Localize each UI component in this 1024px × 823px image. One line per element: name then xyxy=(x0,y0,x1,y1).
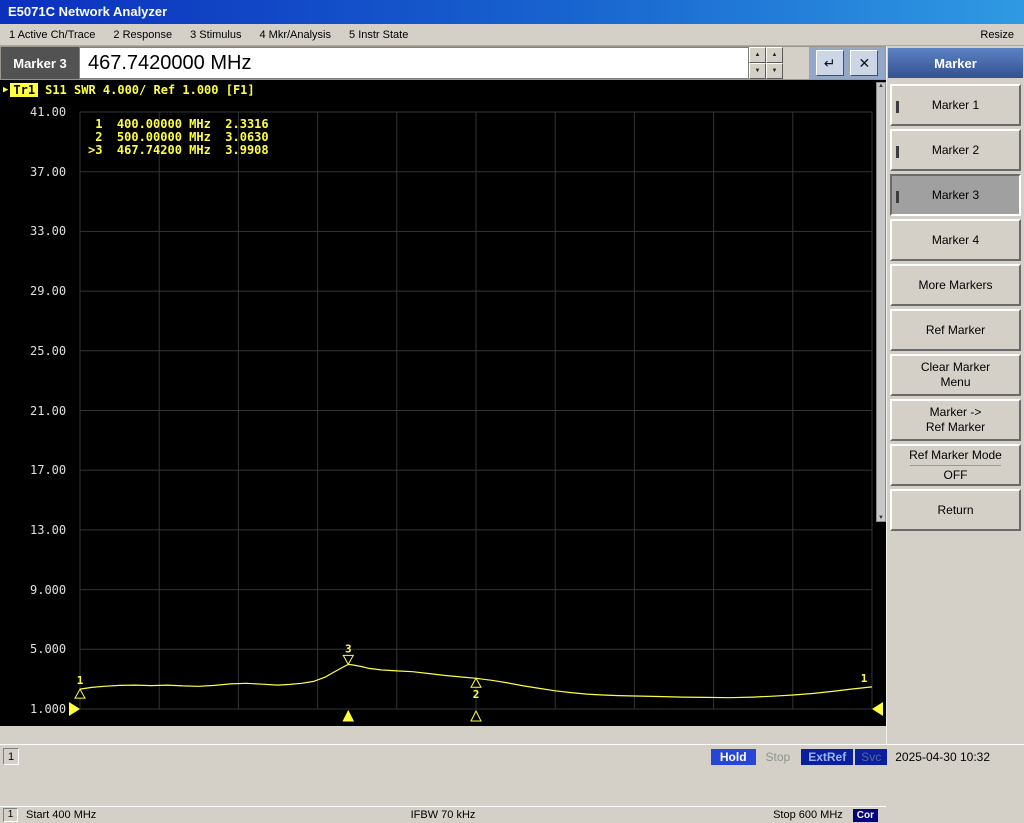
entry-close-button[interactable]: ✕ xyxy=(850,50,878,76)
marker-readout-row: >3 467.74200 MHz 3.9908 xyxy=(88,144,269,157)
correction-status-badge: Cor xyxy=(853,809,878,822)
marker-axis-indicator-2 xyxy=(471,711,481,721)
status-stop-label: Stop xyxy=(759,750,798,764)
softkey-label: Clear Marker xyxy=(921,360,990,375)
softkey-clear-marker-menu[interactable]: Clear MarkerMenu xyxy=(890,354,1021,396)
softkey-more-markers[interactable]: More Markers xyxy=(890,264,1021,306)
menu-item-2[interactable]: 2 Response xyxy=(104,29,181,41)
softkey-label: Ref Marker Mode xyxy=(909,448,1002,463)
marker-symbol-3[interactable] xyxy=(343,655,353,664)
y-tick-label: 29.00 xyxy=(30,284,66,298)
marker-readout-table: 1 400.00000 MHz 2.3316 2 500.00000 MHz 3… xyxy=(88,118,269,157)
softkey-label: Marker 1 xyxy=(932,98,979,113)
y-tick-label: 1.000 xyxy=(30,702,66,716)
graph-area: 1 2 3 1 ▶ Tr1 S11 SWR 4.000/ Ref 1.000 [F1]… xyxy=(0,80,886,726)
softkey-ref-marker[interactable]: Ref Marker xyxy=(890,309,1021,351)
spin-down-icon[interactable]: ▼ xyxy=(766,63,783,79)
menu-item-5[interactable]: 5 Instr State xyxy=(340,29,417,41)
entry-bar-gap xyxy=(783,47,809,79)
graph-status-bar: 1 Start 400 MHz IFBW 70 kHz Stop 600 MHz… xyxy=(0,806,886,823)
y-tick-label: 13.00 xyxy=(30,523,66,537)
softkey-divider xyxy=(910,465,1001,466)
marker-label-3: 3 xyxy=(345,642,352,655)
ref-level-arrow-left xyxy=(69,702,80,716)
start-frequency-label: Start 400 MHz xyxy=(26,809,96,821)
marker-on-tick xyxy=(896,146,899,158)
ref-level-arrow-right xyxy=(872,702,883,716)
service-indicator: Svc xyxy=(855,749,887,765)
spin-down-icon[interactable]: ▼ xyxy=(749,63,766,79)
softkey-label: Return xyxy=(937,503,973,518)
entry-field-label: Marker 3 xyxy=(1,47,79,79)
spin-up-icon[interactable]: ▲ xyxy=(766,47,783,63)
y-tick-label: 17.00 xyxy=(30,463,66,477)
entry-value-input[interactable]: 467.7420000 MHz xyxy=(79,47,749,79)
y-tick-label: 5.000 xyxy=(30,642,66,656)
scroll-up-icon[interactable]: ▲ xyxy=(878,83,884,89)
entry-enter-button[interactable]: ↵ xyxy=(816,50,844,76)
sweep-status-hold: Hold xyxy=(711,749,756,765)
y-tick-label: 37.00 xyxy=(30,165,66,179)
softkey-label: Ref Marker xyxy=(926,323,985,338)
trace-end-number: 1 xyxy=(861,672,868,685)
datetime-display: 2025-04-30 10:32 xyxy=(895,750,990,764)
entry-spinner-fine: ▲ ▼ xyxy=(766,47,783,79)
softkey-label: Menu xyxy=(940,375,970,390)
trace-label[interactable]: Tr1 xyxy=(10,83,38,97)
trace-header: ▶ Tr1 S11 SWR 4.000/ Ref 1.000 [F1] xyxy=(3,83,255,97)
marker-axis-indicator-3 xyxy=(343,711,353,721)
graph-scrollbar[interactable]: ▲ ▼ xyxy=(876,82,886,522)
entry-action-zone: ↵ ✕ xyxy=(809,47,885,79)
active-trace-arrow-icon: ▶ xyxy=(3,85,8,95)
softkey-label: More Markers xyxy=(918,278,992,293)
softkey-ref-marker-mode[interactable]: Ref Marker Mode OFF xyxy=(890,444,1021,486)
marker-symbol-2[interactable] xyxy=(471,678,481,687)
softkey-label: Marker 4 xyxy=(932,233,979,248)
softkey-list: Marker 1 Marker 2 Marker 3 Marker 4 More Mar… xyxy=(887,84,1024,531)
menu-item-resize[interactable]: Resize xyxy=(970,29,1024,41)
softkey-marker-2[interactable]: Marker 2 xyxy=(890,129,1021,171)
softkey-label: Marker 2 xyxy=(932,143,979,158)
softkey-label: OFF xyxy=(944,468,968,483)
trace-format-info: S11 SWR 4.000/ Ref 1.000 [F1] xyxy=(45,83,255,97)
softkey-label: Marker 3 xyxy=(932,188,979,203)
menu-item-4[interactable]: 4 Mkr/Analysis xyxy=(250,29,340,41)
marker-label-1: 1 xyxy=(77,674,84,687)
marker-symbol-1[interactable] xyxy=(75,689,85,698)
entry-bar: Marker 3 467.7420000 MHz ▲ ▼ ▲ ▼ ↵ ✕ xyxy=(0,46,886,80)
softkey-panel: Marker Marker 1Marker 2Marker 3Marker 4M… xyxy=(886,46,1024,744)
menu-item-1[interactable]: 1 Active Ch/Trace xyxy=(0,29,104,41)
softkey-marker-to-ref-marker[interactable]: Marker ->Ref Marker xyxy=(890,399,1021,441)
softkey-marker-4[interactable]: Marker 4 xyxy=(890,219,1021,261)
stop-frequency-label: Stop 600 MHz xyxy=(773,809,843,821)
marker-on-tick xyxy=(896,191,899,203)
spin-up-icon[interactable]: ▲ xyxy=(749,47,766,63)
menu-bar-items: 1 Active Ch/Trace2 Response3 Stimulus4 M… xyxy=(0,29,417,41)
scroll-down-icon[interactable]: ▼ xyxy=(878,515,884,521)
softkey-label: Marker -> xyxy=(930,405,982,420)
entry-spinner-coarse: ▲ ▼ xyxy=(749,47,766,79)
marker-label-2: 2 xyxy=(473,688,480,701)
softkey-label: Ref Marker xyxy=(926,420,985,435)
softkey-marker-3[interactable]: Marker 3 xyxy=(890,174,1021,216)
ifbw-label: IFBW 70 kHz xyxy=(411,809,476,821)
y-tick-label: 41.00 xyxy=(30,105,66,119)
external-reference-indicator: ExtRef xyxy=(801,749,853,765)
menu-bar: 1 Active Ch/Trace2 Response3 Stimulus4 M… xyxy=(0,24,1024,46)
y-tick-label: 33.00 xyxy=(30,224,66,238)
window-title-bar[interactable]: E5071C Network Analyzer xyxy=(0,0,1024,24)
menu-item-3[interactable]: 3 Stimulus xyxy=(181,29,250,41)
softkey-menu-title: Marker xyxy=(888,48,1023,78)
softkey-return[interactable]: Return xyxy=(890,489,1021,531)
active-channel-indicator: 1 xyxy=(3,748,19,765)
channel-number-badge: 1 xyxy=(3,808,18,822)
marker-on-tick xyxy=(896,101,899,113)
softkey-marker-1[interactable]: Marker 1 xyxy=(890,84,1021,126)
y-tick-label: 21.00 xyxy=(30,404,66,418)
instrument-status-bar: 1 Hold Stop ExtRef Svc 2025-04-30 10:32 xyxy=(0,744,1024,768)
y-tick-label: 9.000 xyxy=(30,583,66,597)
y-tick-label: 25.00 xyxy=(30,344,66,358)
graph-svg: 1 2 3 1 xyxy=(0,80,886,726)
window-title: E5071C Network Analyzer xyxy=(8,4,167,19)
